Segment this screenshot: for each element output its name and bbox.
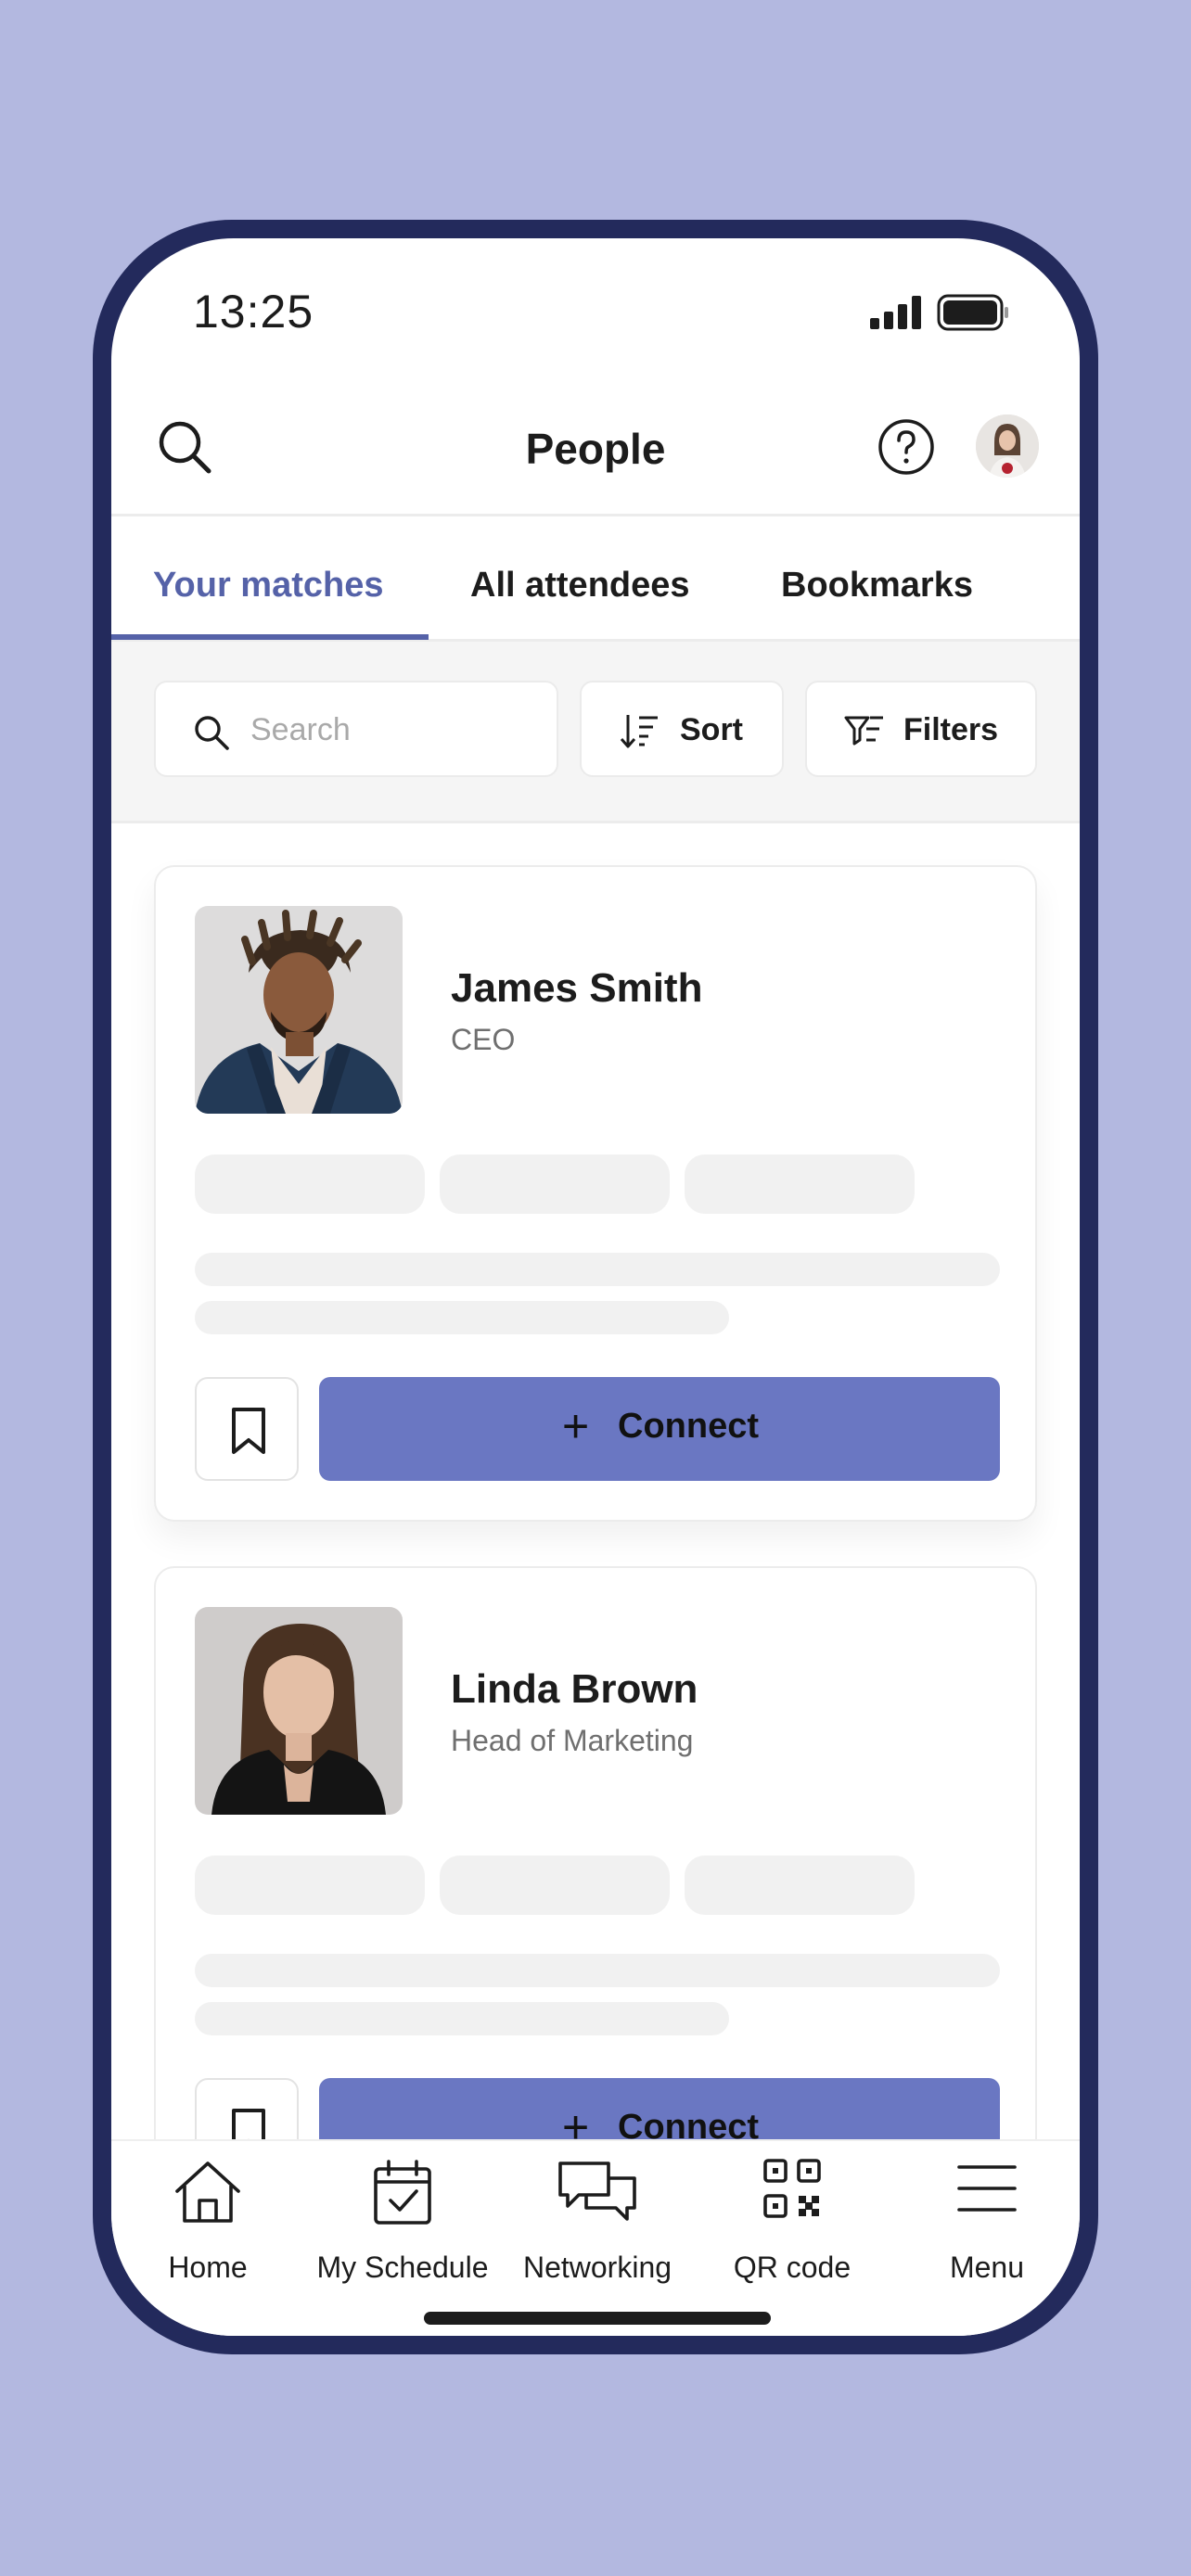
person-name: James Smith [451,965,703,1011]
nav-item-menu[interactable]: Menu [894,2158,1080,2297]
connect-label: Connect [618,1407,759,1446]
nav-label: Home [168,2251,248,2284]
tag-placeholder [440,1154,670,1214]
app-screen: 13:25 People Your matches All attendees … [111,238,1080,2336]
home-icon [175,2162,240,2223]
help-icon[interactable] [877,418,935,476]
filters-button[interactable]: Filters [805,681,1037,777]
nav-item-my-schedule[interactable]: My Schedule [310,2158,495,2297]
tag-placeholder [195,1855,425,1915]
connect-button[interactable]: + Connect [319,1377,1000,1481]
hamburger-menu-icon [957,2165,1017,2212]
nav-item-qr-code[interactable]: QR code [699,2158,885,2297]
search-box[interactable] [154,681,558,777]
active-tab-indicator [111,634,429,640]
text-placeholder [195,1301,729,1334]
phone-frame: 13:25 People Your matches All attendees … [93,220,1098,2354]
plus-icon: + [562,1400,590,1452]
text-placeholder [195,1954,1000,1987]
tag-placeholder [685,1855,915,1915]
person-photo [195,1607,403,1815]
person-name: Linda Brown [451,1666,698,1712]
tag-placeholder [195,1154,425,1214]
tag-placeholder [685,1154,915,1214]
bookmark-icon [232,1408,265,1454]
nav-label: My Schedule [316,2251,489,2284]
filter-icon [844,716,883,746]
battery-icon [937,294,1008,331]
sort-label: Sort [680,712,743,747]
person-card: James Smith CEO + Connect [154,865,1037,1522]
person-card: Linda Brown Head of Marketing + Connect [154,1566,1037,2223]
person-role: CEO [451,1023,516,1056]
search-input[interactable] [250,707,529,753]
status-time: 13:25 [193,286,314,338]
tab-your-matches[interactable]: Your matches [153,566,383,606]
person-role: Head of Marketing [451,1724,694,1757]
nav-item-networking[interactable]: Networking [505,2158,690,2297]
search-toolbar: Sort Filters [111,642,1080,823]
person-photo [195,906,403,1114]
nav-label: Networking [522,2251,672,2284]
nav-label: QR code [733,2251,852,2284]
sort-icon [620,715,658,748]
text-placeholder [195,2002,729,2035]
text-placeholder [195,1253,1000,1286]
tab-bar: Your matches All attendees Bookmarks [111,519,1080,642]
sort-button[interactable]: Sort [580,681,784,777]
calendar-check-icon [374,2160,431,2225]
chat-bubbles-icon [558,2162,636,2221]
tag-placeholder [440,1855,670,1915]
nav-label: Menu [949,2251,1025,2284]
nav-item-home[interactable]: Home [115,2158,301,2297]
filters-label: Filters [903,712,999,747]
search-icon [195,716,229,750]
user-avatar[interactable] [976,414,1039,478]
tab-bookmarks[interactable]: Bookmarks [781,566,973,606]
tab-all-attendees[interactable]: All attendees [470,566,690,606]
app-header: People [111,396,1080,516]
cellular-signal-icon [870,296,921,329]
qr-code-icon [763,2159,821,2218]
bottom-navigation: Home My Schedule Networking QR code Menu [111,2139,1080,2336]
bookmark-button[interactable] [195,1377,299,1481]
home-indicator [424,2312,771,2325]
